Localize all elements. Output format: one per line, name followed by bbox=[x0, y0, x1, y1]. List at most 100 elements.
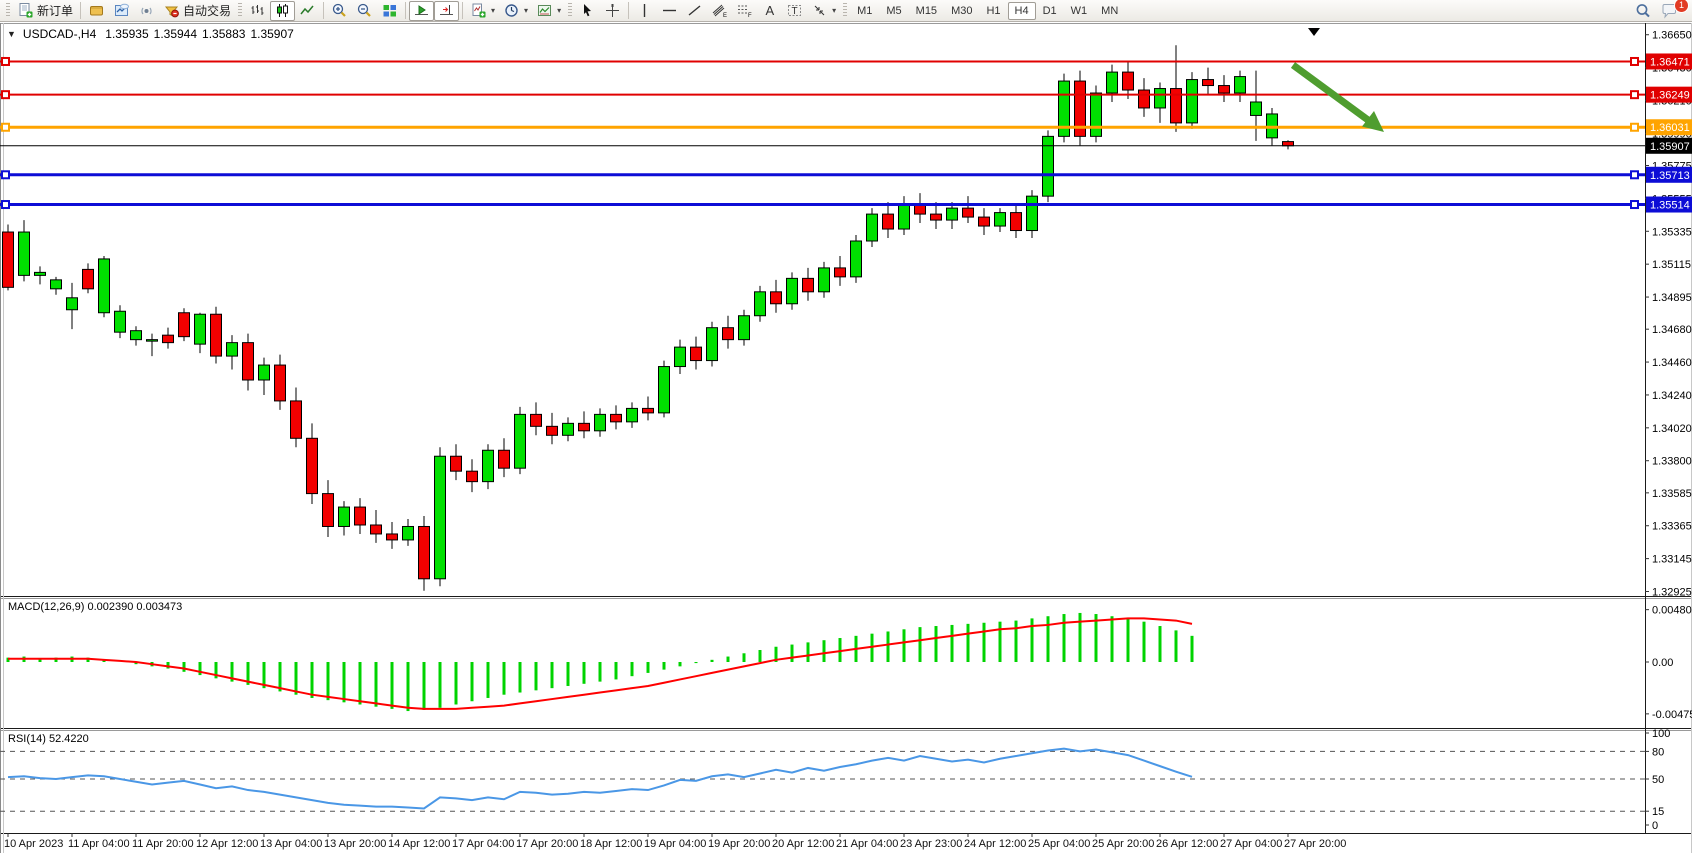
candle-body bbox=[3, 232, 14, 287]
new-order-button[interactable]: 新订单 bbox=[13, 1, 77, 21]
time-axis-label: 19 Apr 20:00 bbox=[708, 838, 770, 850]
timeframe-button-W1[interactable]: W1 bbox=[1064, 2, 1095, 20]
signals-button[interactable] bbox=[134, 1, 159, 21]
fibonacci-tool-button[interactable]: F bbox=[732, 1, 757, 21]
auto-scroll-button[interactable] bbox=[409, 1, 434, 21]
line-end-marker[interactable] bbox=[1631, 171, 1638, 178]
text-label-icon: T bbox=[786, 2, 803, 19]
timeframe-button-M5[interactable]: M5 bbox=[879, 2, 908, 20]
chart-info-line: ▼ USDCAD-,H4 1.35935 1.35944 1.35883 1.3… bbox=[7, 27, 294, 41]
price-axis-label: 1.33585 bbox=[1652, 488, 1692, 500]
timeframe-button-M15[interactable]: M15 bbox=[909, 2, 944, 20]
line-chart-mode-button[interactable] bbox=[295, 1, 320, 21]
candle-body bbox=[1203, 80, 1214, 86]
price-axis-label: 1.36650 bbox=[1652, 30, 1692, 42]
tile-windows-button[interactable] bbox=[377, 1, 402, 21]
line-end-marker[interactable] bbox=[1631, 91, 1638, 98]
vertical-line-tool-button[interactable] bbox=[632, 1, 657, 21]
chart-window-button[interactable] bbox=[109, 1, 134, 21]
toolbar-drag-handle[interactable] bbox=[238, 3, 242, 18]
periods-button[interactable]: ▾ bbox=[499, 1, 532, 21]
line-end-marker[interactable] bbox=[2, 58, 9, 65]
time-axis-label: 21 Apr 04:00 bbox=[836, 838, 898, 850]
price-line-badge-label: 1.35907 bbox=[1650, 141, 1690, 153]
auto-trading-button[interactable]: 自动交易 bbox=[159, 1, 235, 21]
bar-chart-mode-button[interactable] bbox=[245, 1, 270, 21]
candle-body bbox=[1027, 196, 1038, 230]
time-axis-label: 19 Apr 04:00 bbox=[644, 838, 706, 850]
price-axis-label: 1.34460 bbox=[1652, 357, 1692, 369]
text-tool-button[interactable]: A bbox=[757, 1, 782, 21]
candlestick-mode-button[interactable] bbox=[270, 1, 295, 21]
macd-indicator-label: MACD(12,26,9) 0.002390 0.003473 bbox=[8, 601, 182, 613]
templates-button[interactable]: ▾ bbox=[532, 1, 565, 21]
toolbar-drag-handle[interactable] bbox=[843, 3, 847, 18]
market-watch-icon bbox=[88, 2, 105, 19]
dropdown-caret-icon: ▾ bbox=[557, 6, 561, 15]
timeframe-button-MN[interactable]: MN bbox=[1094, 2, 1125, 20]
candle-body bbox=[563, 423, 574, 435]
candle-body bbox=[947, 208, 958, 220]
macd-axis-label: -0.004758 bbox=[1652, 709, 1692, 721]
templates-icon bbox=[536, 2, 553, 19]
line-end-marker[interactable] bbox=[2, 201, 9, 208]
candle-body bbox=[643, 408, 654, 412]
zoom-in-icon bbox=[331, 2, 348, 19]
text-label-tool-button[interactable]: T bbox=[782, 1, 807, 21]
price-line-badge-label: 1.36249 bbox=[1650, 90, 1690, 102]
cursor-icon bbox=[579, 2, 596, 19]
new-order-label: 新订单 bbox=[37, 2, 73, 19]
equidistant-channel-tool-button[interactable]: E bbox=[707, 1, 732, 21]
line-end-marker[interactable] bbox=[1631, 124, 1638, 131]
candle-body bbox=[419, 526, 430, 578]
candle-body bbox=[1251, 102, 1262, 115]
line-end-marker[interactable] bbox=[2, 91, 9, 98]
price-axis-label: 1.34020 bbox=[1652, 423, 1692, 435]
line-end-marker[interactable] bbox=[2, 171, 9, 178]
candle-body bbox=[387, 534, 398, 540]
time-axis-label: 11 Apr 04:00 bbox=[68, 838, 130, 850]
search-button[interactable] bbox=[1630, 1, 1656, 21]
market-watch-button[interactable] bbox=[84, 1, 109, 21]
timeframe-button-D1[interactable]: D1 bbox=[1036, 2, 1064, 20]
chart-shift-button[interactable] bbox=[434, 1, 459, 21]
separator bbox=[405, 2, 406, 19]
cursor-tool-button[interactable] bbox=[575, 1, 600, 21]
horizontal-line-tool-button[interactable] bbox=[657, 1, 682, 21]
candle-body bbox=[131, 331, 142, 340]
toolbar-drag-handle[interactable] bbox=[568, 3, 572, 18]
candle-body bbox=[787, 278, 798, 303]
line-end-marker[interactable] bbox=[2, 124, 9, 131]
line-end-marker[interactable] bbox=[1631, 201, 1638, 208]
collapse-triangle-icon[interactable]: ▼ bbox=[7, 29, 16, 39]
svg-text:T: T bbox=[792, 6, 798, 17]
candlestick-icon bbox=[274, 2, 291, 19]
zoom-out-button[interactable] bbox=[352, 1, 377, 21]
timeframe-button-M1[interactable]: M1 bbox=[850, 2, 879, 20]
candle-body bbox=[995, 213, 1006, 226]
candle-body bbox=[595, 414, 606, 430]
price-axis-label: 1.34240 bbox=[1652, 390, 1692, 402]
arrows-tool-button[interactable]: ▾ bbox=[807, 1, 840, 21]
line-end-marker[interactable] bbox=[1631, 58, 1638, 65]
price-axis-label: 1.33800 bbox=[1652, 456, 1692, 468]
candle-body bbox=[1123, 72, 1134, 90]
indicators-button[interactable]: ▾ bbox=[466, 1, 499, 21]
auto-trading-icon bbox=[163, 2, 180, 19]
chat-button[interactable]: 1 bbox=[1656, 1, 1683, 21]
toolbar-drag-handle[interactable] bbox=[6, 3, 10, 18]
time-axis-label: 18 Apr 12:00 bbox=[580, 838, 642, 850]
auto-trading-label: 自动交易 bbox=[183, 2, 231, 19]
crosshair-tool-button[interactable] bbox=[600, 1, 625, 21]
time-axis-label: 13 Apr 20:00 bbox=[324, 838, 386, 850]
zoom-in-button[interactable] bbox=[327, 1, 352, 21]
candle-body bbox=[547, 426, 558, 435]
candle-body bbox=[435, 456, 446, 579]
candle-body bbox=[243, 343, 254, 380]
trendline-tool-button[interactable] bbox=[682, 1, 707, 21]
chart-canvas[interactable]: 1.366501.364301.362101.359901.357751.355… bbox=[0, 0, 1692, 853]
ohlc-high: 1.35944 bbox=[154, 27, 197, 41]
timeframe-button-H4[interactable]: H4 bbox=[1008, 2, 1036, 20]
timeframe-button-M30[interactable]: M30 bbox=[944, 2, 979, 20]
timeframe-button-H1[interactable]: H1 bbox=[979, 2, 1007, 20]
